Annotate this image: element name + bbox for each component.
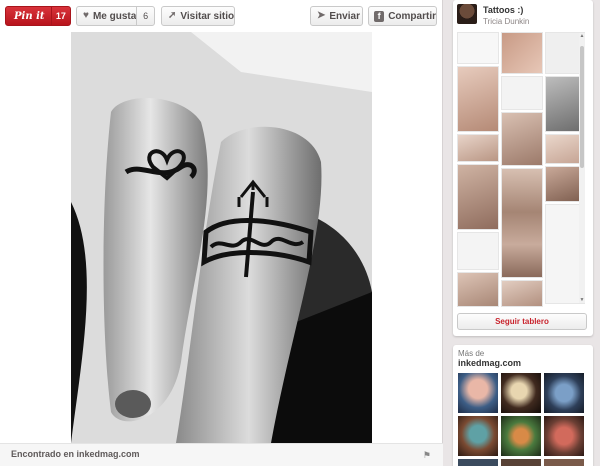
pin-it-count: 17 <box>50 7 70 25</box>
tattoo-photo <box>71 32 372 443</box>
source-bar: Encontrado en inkedmag.com ⚑ <box>0 443 443 466</box>
board-thumbnail[interactable] <box>457 32 499 64</box>
scroll-down-icon[interactable]: ▼ <box>579 297 585 303</box>
source-link[interactable]: Encontrado en inkedmag.com <box>11 449 140 459</box>
send-button[interactable]: ➤ Enviar <box>310 6 363 26</box>
pin-card: Pin it 17 ♥ Me gusta 6 ➚ Visitar sitio ➤… <box>0 0 443 466</box>
more-thumbnail[interactable] <box>501 416 541 456</box>
more-from-panel: Más de inkedmag.com <box>453 345 593 466</box>
board-author[interactable]: Tricia Dunkin <box>483 17 529 26</box>
pin-it-label: Pin it <box>14 10 45 22</box>
board-thumbnail[interactable] <box>501 76 543 110</box>
board-scrollbar-thumb[interactable] <box>580 46 584 168</box>
more-thumbnail[interactable] <box>458 416 498 456</box>
more-thumbnail[interactable] <box>458 373 498 413</box>
send-label: Enviar <box>329 10 360 22</box>
external-link-icon: ➚ <box>168 10 177 21</box>
send-icon: ➤ <box>317 10 326 21</box>
board-thumbnail[interactable] <box>501 280 543 307</box>
board-thumbnail[interactable] <box>457 134 499 162</box>
like-label: Me gusta <box>92 10 137 22</box>
board-thumbnail[interactable] <box>457 66 499 132</box>
heart-icon: ♥ <box>83 10 89 21</box>
scroll-up-icon[interactable]: ▲ <box>579 33 585 39</box>
share-button[interactable]: f Compartir <box>368 6 437 26</box>
pin-image[interactable] <box>71 32 372 443</box>
more-from-label: Más de <box>458 349 485 358</box>
facebook-icon: f <box>374 10 385 22</box>
more-thumbnail[interactable] <box>501 373 541 413</box>
visit-site-button[interactable]: ➚ Visitar sitio <box>161 6 235 26</box>
pin-it-button[interactable]: Pin it 17 <box>5 6 71 26</box>
like-button[interactable]: ♥ Me gusta 6 <box>76 6 155 26</box>
follow-board-button[interactable]: Seguir tablero <box>457 313 587 330</box>
like-label-wrap: ♥ Me gusta <box>77 11 136 22</box>
visit-site-label: Visitar sitio <box>180 10 235 22</box>
avatar[interactable] <box>457 4 477 24</box>
board-panel: Tattoos :) Tricia Dunkin ▲ ▼ Seguir tabl… <box>453 0 593 336</box>
board-thumbnail[interactable] <box>457 232 499 270</box>
board-thumbnail[interactable] <box>457 272 499 307</box>
more-thumbnail[interactable] <box>458 459 498 466</box>
board-thumbnail[interactable] <box>457 164 499 230</box>
flag-icon[interactable]: ⚑ <box>423 450 431 461</box>
board-thumbnail[interactable] <box>501 112 543 166</box>
more-from-site[interactable]: inkedmag.com <box>458 358 521 368</box>
share-label: Compartir <box>388 10 436 22</box>
board-thumbnail-grid <box>457 32 587 307</box>
board-title[interactable]: Tattoos :) <box>483 5 523 15</box>
more-thumbnail[interactable] <box>544 416 584 456</box>
like-count: 6 <box>136 7 154 25</box>
more-thumbnail[interactable] <box>544 459 584 466</box>
board-thumbnail[interactable] <box>501 168 543 278</box>
more-thumbnail[interactable] <box>544 373 584 413</box>
board-thumbnail[interactable] <box>501 32 543 74</box>
pin-action-bar: Pin it 17 ♥ Me gusta 6 ➚ Visitar sitio ➤… <box>0 0 443 32</box>
more-thumbnail[interactable] <box>501 459 541 466</box>
